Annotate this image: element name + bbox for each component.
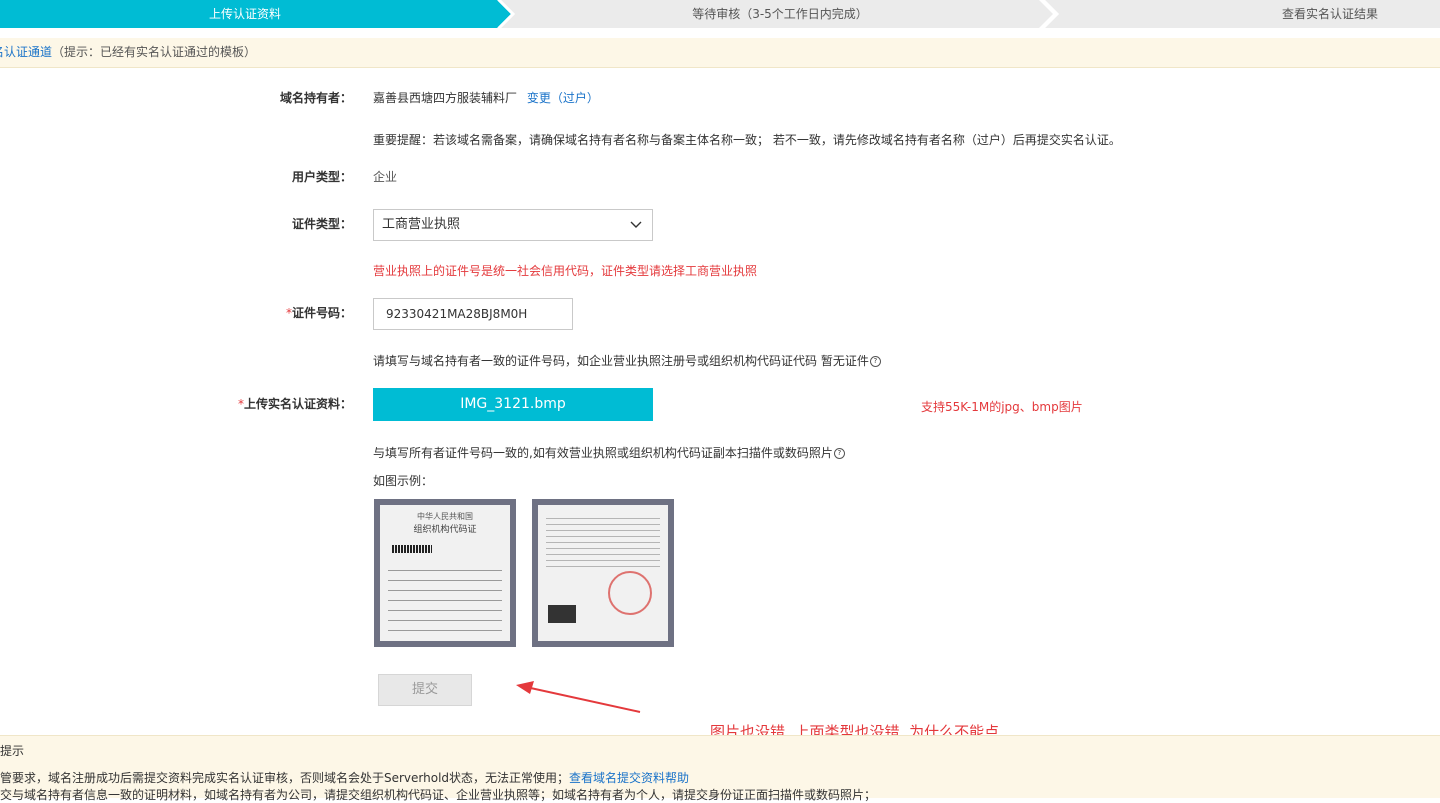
doc-no-input[interactable]: 92330421MA28BJ8M0H	[373, 298, 573, 330]
doc-no-hint-row: 请填写与域名持有者一致的证件号码，如企业营业执照注册号或组织机构代码证代码 暂无…	[373, 352, 881, 369]
user-type-value: 企业	[373, 170, 398, 184]
qr-block	[548, 605, 576, 623]
submit-button[interactable]: 提交	[378, 674, 472, 706]
user-type-label: 用户类型：	[291, 170, 352, 184]
example-label: 如图示例：	[373, 474, 434, 488]
sample-back-paper	[538, 505, 668, 641]
sample-front-title-2: 组织机构代码证	[413, 525, 477, 535]
tips-line-1: 管要求，域名注册成功后需提交资料完成实名认证审核，否则域名会处于Serverho…	[0, 771, 690, 785]
help-link[interactable]: 查看域名提交资料帮助	[569, 771, 689, 785]
upload-support-text: 支持55K-1M的jpg、bmp图片	[921, 400, 1083, 414]
tips-title: 提示	[0, 744, 25, 758]
doc-no-label: *证件号码：	[285, 306, 352, 320]
holder-change-link[interactable]: 变更（过户）	[527, 91, 599, 105]
doc-type-label: 证件类型：	[291, 217, 352, 231]
upload-hint: 与填写所有者证件号码一致的,如有效营业执照或组织机构代码证副本扫描件或数码照片	[373, 446, 833, 460]
upload-label: *上传实名认证资料：	[237, 397, 352, 411]
doc-no-value: 92330421MA28BJ8M0H	[386, 307, 528, 321]
holder-row: 嘉善县西塘四方服装辅料厂 变更（过户）	[373, 89, 599, 106]
progress-steps: 上传认证资料 等待审核（3-5个工作日内完成） 查看实名认证结果	[0, 0, 1440, 28]
reminder-text: 重要提醒：若该域名需备案，请确保域名持有者名称与备案主体名称一致； 若不一致，请…	[373, 133, 1121, 147]
notice-bar: 名认证通道（提示：已经有实名认证通过的模板）	[0, 38, 1440, 68]
tips-panel: 提示 管要求，域名注册成功后需提交资料完成实名认证审核，否则域名会处于Serve…	[0, 735, 1440, 802]
doc-no-hint: 请填写与域名持有者一致的证件号码，如企业营业执照注册号或组织机构代码证代码 暂无…	[373, 354, 869, 368]
sample-front-lines	[388, 561, 502, 631]
question-circle-icon[interactable]: ?	[869, 356, 881, 367]
sample-back-text	[546, 513, 660, 568]
sample-front-title-1: 中华人民共和国	[417, 512, 473, 521]
holder-label: 域名持有者：	[279, 91, 352, 105]
doc-type-note: 营业执照上的证件号是统一社会信用代码，证件类型请选择工商营业执照	[373, 264, 758, 278]
tips-line-2: 交与域名持有者信息一致的证明材料，如域名持有者为公司，请提交组织机构代码证、企业…	[0, 788, 877, 802]
step-upload: 上传认证资料	[208, 7, 281, 21]
step-review: 等待审核（3-5个工作日内完成）	[692, 7, 868, 21]
sample-image-back	[532, 499, 674, 647]
arrow-annotation-icon	[516, 681, 641, 713]
sample-image-front: 中华人民共和国 组织机构代码证	[374, 499, 516, 647]
official-seal	[608, 571, 652, 615]
sample-front-paper: 中华人民共和国 组织机构代码证	[380, 505, 510, 641]
upload-hint-row: 与填写所有者证件号码一致的,如有效营业执照或组织机构代码证副本扫描件或数码照片?	[373, 444, 845, 461]
notice-text: （提示：已经有实名认证通过的模板）	[52, 45, 257, 59]
doc-type-selected: 工商营业执照	[382, 217, 461, 232]
realname-channel-link[interactable]: 名认证通道	[0, 45, 52, 59]
step-result: 查看实名认证结果	[1281, 7, 1378, 21]
barcode	[392, 545, 432, 553]
holder-value: 嘉善县西塘四方服装辅料厂	[373, 91, 518, 105]
doc-type-select[interactable]: 工商营业执照	[373, 209, 653, 241]
upload-file-button[interactable]: IMG_3121.bmp	[373, 388, 653, 421]
question-circle-icon[interactable]: ?	[833, 448, 845, 459]
chevron-down-icon	[630, 221, 642, 228]
